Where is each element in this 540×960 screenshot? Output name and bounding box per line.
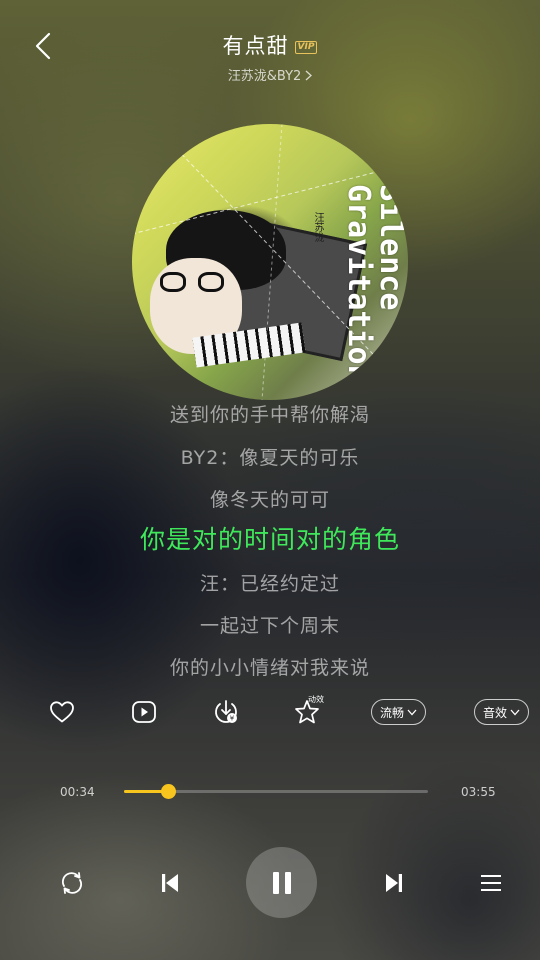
chevron-down-icon — [510, 709, 520, 715]
song-title: 有点甜 — [222, 34, 289, 58]
play-video-icon — [132, 701, 156, 723]
chevron-down-icon — [407, 709, 417, 715]
previous-button[interactable] — [154, 867, 186, 899]
quality-label: 流畅 — [379, 705, 404, 720]
playlist-icon — [481, 875, 501, 891]
lyric-line: 一起过下个周末 — [199, 615, 340, 637]
chevron-right-icon — [305, 70, 313, 81]
quality-selector[interactable]: 流畅 — [371, 699, 426, 725]
effect-badge: 动效 — [308, 695, 324, 704]
pause-icon — [272, 871, 291, 894]
artist-name: 汪苏泷&BY2 — [227, 69, 302, 84]
download-button[interactable]: ¥ — [208, 694, 244, 730]
repeat-icon — [61, 872, 83, 894]
repeat-button[interactable] — [56, 867, 88, 899]
sound-effect-label: 音效 — [482, 705, 507, 720]
lyric-line: 汪：已经约定过 — [199, 573, 340, 595]
cover-artist-text: 汪苏泷 — [312, 212, 323, 242]
next-button[interactable] — [378, 867, 410, 899]
pause-button[interactable] — [246, 847, 317, 918]
action-bar: ¥ 动效 流畅 音效 — [0, 694, 540, 730]
like-button[interactable] — [44, 694, 80, 730]
svg-text:¥: ¥ — [230, 715, 235, 723]
lyric-line-active: 你是对的时间对的角色 — [139, 525, 400, 554]
sound-effect-selector[interactable]: 音效 — [474, 699, 529, 725]
progress-thumb[interactable] — [161, 784, 177, 799]
current-time: 00:34 — [60, 785, 95, 799]
total-time: 03:55 — [461, 785, 496, 799]
next-icon — [386, 874, 402, 892]
heart-icon — [50, 701, 74, 723]
cover-title-text: Silence Gravitation — [341, 184, 408, 383]
player-screen: 有点甜 VIP 汪苏泷&BY2 汪苏泷 Silence Gravitation 送… — [0, 0, 540, 960]
artist-link[interactable]: 汪苏泷&BY2 — [0, 65, 540, 84]
title-bar: 有点甜 VIP — [0, 30, 540, 60]
download-icon: ¥ — [215, 700, 237, 723]
album-cover[interactable]: 汪苏泷 Silence Gravitation — [132, 124, 408, 400]
playlist-button[interactable] — [475, 867, 507, 899]
previous-icon — [162, 874, 178, 892]
lyric-line: 你的小小情绪对我来说 — [169, 657, 370, 679]
progress-bar[interactable] — [124, 784, 428, 799]
lyric-line: BY2：像夏天的可乐 — [180, 447, 360, 469]
lyric-line: 送到你的手中帮你解渴 — [169, 404, 370, 426]
lyric-line: 像冬天的可可 — [209, 489, 330, 511]
vip-badge: VIP — [294, 41, 318, 54]
mv-button[interactable] — [126, 694, 162, 730]
